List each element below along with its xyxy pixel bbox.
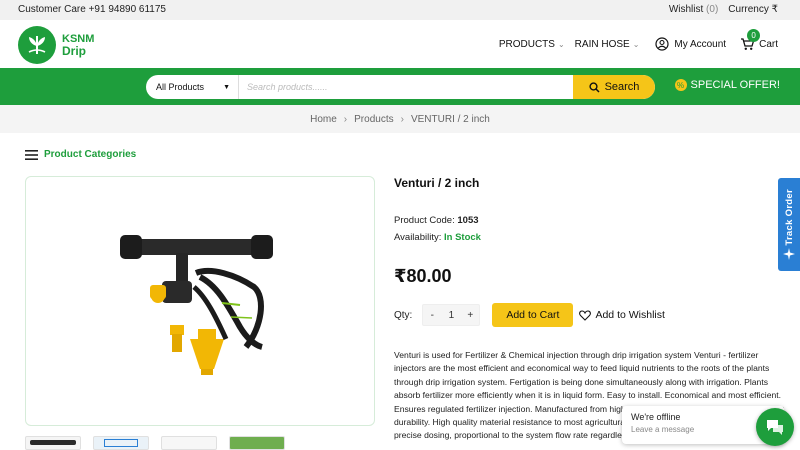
availability-row: Availability: In Stock	[394, 229, 786, 246]
add-to-wishlist-label: Add to Wishlist	[595, 309, 665, 321]
search-form: All Products ▼ Search	[146, 75, 655, 99]
chevron-right-icon: ›	[343, 113, 348, 125]
wishlist-link[interactable]: Wishlist (0)	[669, 4, 718, 15]
offer-badge-icon: %	[674, 79, 687, 91]
product-code-value: 1053	[457, 215, 479, 226]
search-button[interactable]: Search	[573, 75, 655, 99]
product-thumbnail[interactable]	[229, 436, 285, 450]
brand-text: KSNM Drip	[62, 33, 94, 57]
chat-status: We're offline	[631, 412, 681, 422]
product-info: Venturi / 2 inch Product Code: 1053 Avai…	[394, 176, 786, 443]
qty-input[interactable]: 1	[441, 309, 462, 321]
product-categories-toggle[interactable]: Product Categories	[25, 149, 136, 160]
brand-sub: Drip	[62, 44, 86, 58]
add-to-cart-button[interactable]: Add to Cart	[492, 303, 574, 327]
category-select[interactable]: All Products ▼	[146, 75, 239, 99]
chevron-down-icon: ⌄	[632, 39, 640, 49]
currency-selector[interactable]: Currency ₹	[728, 4, 778, 15]
special-offer-label: SPECIAL OFFER!	[690, 79, 780, 91]
nav-products-label: PRODUCTS	[498, 38, 555, 50]
wishlist-label: Wishlist	[668, 4, 704, 15]
product-code-row: Product Code: 1053	[394, 212, 786, 229]
track-order-tab[interactable]: Track Order	[778, 178, 800, 271]
airplane-icon	[783, 248, 795, 261]
main-nav: PRODUCTS ⌄ RAIN HOSE ⌄ My Account 0 Cart	[499, 29, 778, 51]
qty-increase-button[interactable]: +	[461, 310, 479, 321]
wishlist-count: (0)	[706, 4, 719, 15]
chevron-right-icon: ›	[400, 113, 404, 125]
purchase-row: Qty: - 1 + Add to Cart Add to Wishlist	[394, 303, 786, 327]
nav-rain-hose[interactable]: RAIN HOSE ⌄	[575, 39, 640, 50]
my-account-label: My Account	[674, 38, 727, 50]
add-to-wishlist-button[interactable]: Add to Wishlist	[579, 309, 665, 321]
product-price: ₹80.00	[394, 266, 452, 286]
product-code-label: Product Code:	[394, 215, 455, 226]
product-thumbnails	[25, 436, 285, 450]
caret-down-icon: ▼	[223, 83, 230, 91]
top-bar-links: Wishlist (0) Currency ₹	[669, 4, 778, 15]
availability-label: Availability:	[394, 232, 442, 243]
chat-launcher-button[interactable]	[756, 408, 794, 446]
breadcrumb-products[interactable]: Products	[354, 114, 393, 125]
product-title: Venturi / 2 inch	[394, 176, 480, 190]
category-select-value: All Products	[156, 82, 205, 92]
breadcrumb-current: VENTURI / 2 inch	[410, 113, 490, 125]
qty-decrease-button[interactable]: -	[423, 310, 441, 321]
search-icon	[588, 81, 600, 93]
customer-care-text: Customer Care +91 94890 61175	[18, 4, 166, 15]
breadcrumb: Home › Products › VENTURI / 2 inch	[0, 105, 800, 133]
heart-icon	[579, 309, 592, 321]
track-order-label: Track Order	[783, 188, 795, 246]
chat-prompt: Leave a message	[631, 425, 695, 434]
breadcrumb-home[interactable]: Home	[310, 114, 337, 125]
cart-label: Cart	[759, 38, 778, 50]
product-meta: Product Code: 1053 Availability: In Stoc…	[394, 212, 786, 246]
nav-products[interactable]: PRODUCTS ⌄	[499, 39, 565, 50]
product-image-frame[interactable]	[25, 176, 375, 426]
chevron-down-icon: ⌄	[557, 39, 565, 49]
leaf-logo-icon	[18, 26, 56, 64]
quantity-stepper: - 1 +	[422, 304, 481, 326]
chat-bubble-icon	[767, 420, 783, 435]
cart-link[interactable]: 0 Cart	[740, 29, 778, 51]
cart-count-badge: 0	[747, 29, 761, 42]
site-header: KSNM Drip PRODUCTS ⌄ RAIN HOSE ⌄ My Acco…	[0, 20, 800, 68]
product-categories-label: Product Categories	[44, 149, 137, 160]
site-logo[interactable]: KSNM Drip	[18, 26, 94, 64]
product-thumbnail[interactable]	[161, 436, 217, 450]
hamburger-menu-icon	[25, 149, 38, 160]
qty-label: Qty:	[394, 309, 413, 321]
nav-rain-hose-label: RAIN HOSE	[574, 38, 630, 50]
special-offer-link[interactable]: % SPECIAL OFFER!	[674, 79, 780, 91]
search-input[interactable]	[239, 75, 573, 99]
user-icon	[655, 37, 669, 51]
availability-status: In Stock	[444, 232, 481, 243]
search-bar-strip: All Products ▼ Search % SPECIAL OFFER!	[0, 68, 800, 105]
top-bar: Customer Care +91 94890 61175 Wishlist (…	[0, 0, 800, 20]
search-button-label: Search	[604, 81, 640, 93]
product-image	[120, 235, 273, 375]
my-account-link[interactable]: My Account	[655, 37, 726, 51]
product-thumbnail[interactable]	[25, 436, 81, 450]
product-thumbnail[interactable]	[93, 436, 149, 450]
